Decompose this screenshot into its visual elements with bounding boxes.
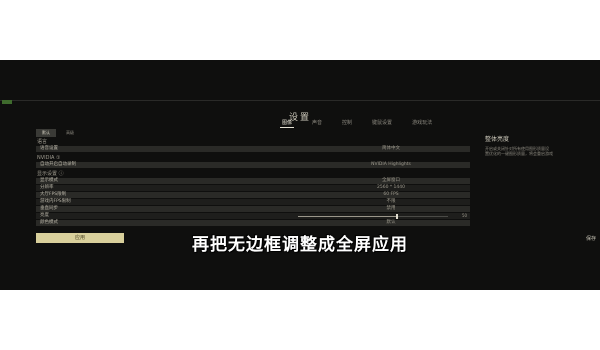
setting-row-highlights[interactable]: 自动开启自动录制 NVIDIA Highlights [36,162,470,168]
setting-row-color-mode[interactable]: 颜色模式 默认 [36,220,470,226]
setting-value[interactable]: 简体中文 [336,146,446,152]
save-button[interactable]: 保存 [586,235,596,242]
setting-value[interactable]: 禁用 [336,206,446,212]
tab-controls[interactable]: 控制 [340,118,354,128]
setting-value[interactable]: NVIDIA Highlights [336,162,446,168]
setting-value[interactable]: 全屏窗口 [336,178,446,184]
tab-graphics[interactable]: 图像 [280,118,295,128]
top-divider [0,100,600,101]
setting-value[interactable]: 60 FPS [336,192,446,198]
slider-knob[interactable] [396,214,398,219]
setting-label: 大厅FPS限制 [40,192,67,197]
setting-row-ingame-fps[interactable]: 游戏内FPS限制 不限 [36,199,470,205]
setting-label: 语音设置 [40,146,58,151]
setting-row-voice-language[interactable]: 语音设置 简体中文 [36,146,470,152]
section-language: 语言 [37,139,48,145]
setting-label: 亮度 [40,213,49,218]
setting-row-brightness[interactable]: 亮度 50 [36,213,470,219]
tab-audio[interactable]: 声音 [310,118,324,128]
description-panel: 整体亮度 开启或关闭针对所有使用图形质量设 置优化的一键图形质量，将会重启游戏 [485,134,600,156]
tab-gameplay[interactable]: 游戏玩法 [410,118,434,128]
setting-row-vsync[interactable]: 垂直同步 禁用 [36,206,470,212]
section-display: 显示设置 ⓘ [37,171,64,177]
settings-tabs: 图像 声音 控制 键鼠设置 游戏玩法 [280,118,434,128]
setting-label: 游戏内FPS限制 [40,199,71,204]
status-indicator [2,100,12,104]
settings-panel: 语言 语音设置 简体中文 NVIDIA ① 自动开启自动录制 NVIDIA Hi… [36,136,470,226]
setting-row-fps-limit[interactable]: 大厅FPS限制 60 FPS [36,192,470,198]
tab-keybinds[interactable]: 键鼠设置 [370,118,394,128]
setting-value[interactable]: 默认 [336,220,446,226]
description-line: 置优化的一键图形质量，将会重启游戏 [485,151,553,156]
setting-row-display-mode[interactable]: 显示模式 全屏窗口 [36,178,470,184]
setting-value[interactable]: 2560 * 1440 [336,185,446,191]
brightness-value: 50 [462,213,468,218]
setting-value[interactable]: 不限 [336,199,446,205]
setting-label: 垂直同步 [40,206,58,211]
section-nvidia: NVIDIA ① [37,155,61,161]
setting-label: 分辨率 [40,185,54,190]
setting-label: 自动开启自动录制 [40,162,76,167]
setting-label: 显示模式 [40,178,58,183]
description-title: 整体亮度 [485,136,510,143]
setting-row-resolution[interactable]: 分辨率 2560 * 1440 [36,185,470,191]
slider-fill [298,216,397,217]
brightness-slider[interactable] [298,214,448,219]
video-subtitle: 再把无边框调整成全屏应用 [192,235,408,255]
setting-label: 颜色模式 [40,220,58,225]
